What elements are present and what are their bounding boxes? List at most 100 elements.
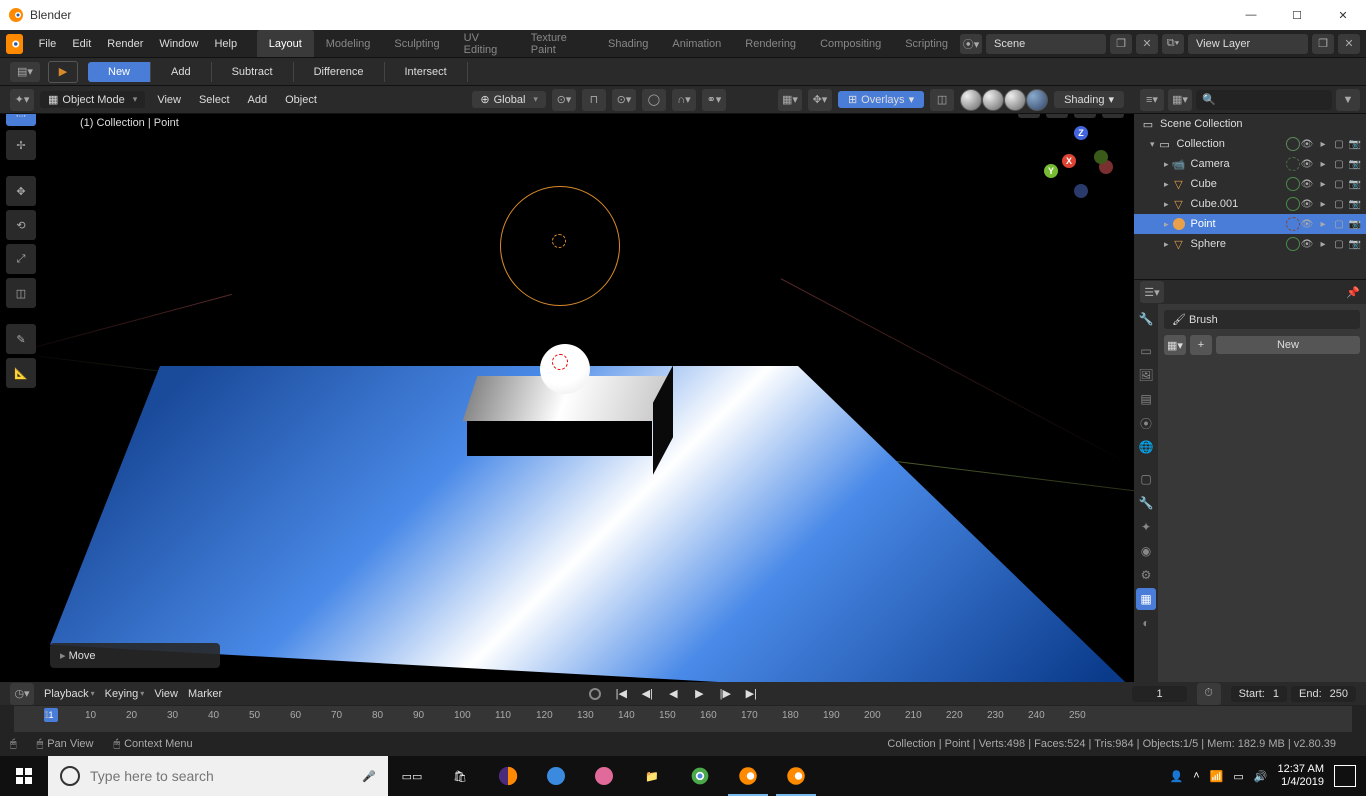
redo-panel[interactable]: Move <box>50 643 220 668</box>
rendered-mode-icon[interactable] <box>1026 89 1048 111</box>
wifi-icon[interactable]: 📶 <box>1210 770 1224 783</box>
mode-selector[interactable]: ▦Object Mode <box>40 91 145 108</box>
tab-tool-icon[interactable]: 🔧 <box>1136 308 1156 330</box>
app-blender-icon[interactable] <box>724 756 772 796</box>
shading-modes[interactable] <box>960 89 1048 111</box>
axis-neg-z-icon[interactable] <box>1074 184 1088 198</box>
tab-particles-icon[interactable]: ✦ <box>1136 516 1156 538</box>
gizmo-icon[interactable]: ✥▾ <box>808 89 832 111</box>
app-chrome-icon[interactable] <box>676 756 724 796</box>
proportional-type-icon[interactable]: ∩▾ <box>672 89 696 111</box>
tab-physics-icon[interactable]: ◉ <box>1136 540 1156 562</box>
rotate-tool[interactable]: ⟲ <box>6 210 36 240</box>
playback-menu[interactable]: Playback▾ <box>44 688 95 700</box>
current-frame-field[interactable]: 1 <box>1132 686 1186 702</box>
axis-neg-y-icon[interactable] <box>1094 150 1108 164</box>
xray-icon[interactable]: ◫ <box>930 89 954 111</box>
timeline-type-icon[interactable]: ◷▾ <box>10 683 34 705</box>
menu-edit[interactable]: Edit <box>64 30 99 57</box>
tab-shading[interactable]: Shading <box>596 30 660 57</box>
marker-menu[interactable]: Marker <box>188 688 222 700</box>
select-menu[interactable]: Select <box>193 94 236 106</box>
display-mode-icon[interactable]: ▦▾ <box>1168 89 1192 111</box>
lookdev-mode-icon[interactable] <box>1004 89 1026 111</box>
tray-expand-icon[interactable]: ˄ <box>1193 770 1199 782</box>
view-menu[interactable]: View <box>151 94 187 106</box>
app-blender2-icon[interactable] <box>772 756 820 796</box>
tray-clock[interactable]: 12:37 AM1/4/2019 <box>1278 763 1324 789</box>
app-store-icon[interactable]: 🛍 <box>436 756 484 796</box>
search-input[interactable] <box>90 768 352 784</box>
scene-browse-icon[interactable]: ⦿▾ <box>960 34 982 54</box>
layer-name-field[interactable]: View Layer <box>1188 34 1308 54</box>
boolop-intersect[interactable]: Intersect <box>385 62 468 82</box>
tab-sculpting[interactable]: Sculpting <box>382 30 451 57</box>
tab-modeling[interactable]: Modeling <box>314 30 383 57</box>
outliner-search[interactable]: 🔍 <box>1196 90 1332 110</box>
tab-uv[interactable]: UV Editing <box>452 30 519 57</box>
navigation-gizmo[interactable]: Z X Y <box>1044 124 1124 204</box>
layer-new-icon[interactable]: ❐ <box>1312 34 1334 54</box>
timeline-view-menu[interactable]: View <box>154 688 178 700</box>
tab-animation[interactable]: Animation <box>660 30 733 57</box>
tab-modifier-icon[interactable]: 🔧 <box>1136 492 1156 514</box>
boolop-subtract[interactable]: Subtract <box>212 62 294 82</box>
filter-icon[interactable]: ▼ <box>1336 89 1360 111</box>
point-light-origin[interactable] <box>552 234 566 248</box>
start-button[interactable] <box>0 756 48 796</box>
menu-window[interactable]: Window <box>151 30 206 57</box>
visibility-icon[interactable]: ▦▾ <box>778 89 802 111</box>
tab-rendering[interactable]: Rendering <box>733 30 808 57</box>
keyframe-prev-icon[interactable]: ◀| <box>636 685 658 703</box>
people-icon[interactable]: 👤 <box>1170 770 1184 783</box>
outliner-row-sphere[interactable]: ▸ ▽ Sphere 👁▸▢📷 <box>1134 234 1366 254</box>
boolop-difference[interactable]: Difference <box>294 62 385 82</box>
overlays-toggle[interactable]: ⊞Overlays▾ <box>838 91 924 108</box>
viewport-3d[interactable]: ✦▾ ▦Object Mode View Select Add Object ⊕… <box>0 86 1134 682</box>
keying-menu[interactable]: Keying▾ <box>105 688 145 700</box>
texture-browse-icon[interactable]: ▦▾ <box>1164 335 1186 355</box>
taskbar-search[interactable]: 🎤 <box>48 756 388 796</box>
outliner-row-collection[interactable]: ▾ ▭ Collection 👁▸▢📷 <box>1134 134 1366 154</box>
tab-object-icon[interactable]: ▢ <box>1136 468 1156 490</box>
preview-range-icon[interactable]: ⏱ <box>1197 683 1221 705</box>
editor-type-icon[interactable]: ✦▾ <box>10 89 34 111</box>
tab-material-icon[interactable]: ◐ <box>1136 612 1156 634</box>
tab-texture[interactable]: Texture Paint <box>519 30 596 57</box>
tab-layout[interactable]: Layout <box>257 30 314 57</box>
axis-y-icon[interactable]: Y <box>1044 164 1058 178</box>
boolop-new[interactable]: New <box>88 62 151 82</box>
render-icon[interactable]: 📷 <box>1348 137 1362 151</box>
snap-target-icon[interactable]: ⊙▾ <box>612 89 636 111</box>
object-menu[interactable]: Object <box>279 94 323 106</box>
axis-z-icon[interactable]: Z <box>1074 126 1088 140</box>
annotate-tool[interactable]: ✎ <box>6 324 36 354</box>
snap-icon[interactable]: ⊓ <box>582 89 606 111</box>
maximize-button[interactable]: ☐ <box>1274 0 1320 30</box>
outliner-row-root[interactable]: ▭ Scene Collection <box>1134 114 1366 134</box>
close-button[interactable]: ✕ <box>1320 0 1366 30</box>
tab-compositing[interactable]: Compositing <box>808 30 893 57</box>
minimize-button[interactable]: — <box>1228 0 1274 30</box>
wireframe-mode-icon[interactable] <box>960 89 982 111</box>
timeline-ruler[interactable]: 1 11020304050607080901001101201301401501… <box>0 706 1366 732</box>
layer-del-icon[interactable]: ✕ <box>1338 34 1360 54</box>
menu-file[interactable]: File <box>31 30 65 57</box>
jump-end-icon[interactable]: ▶| <box>740 685 762 703</box>
menu-render[interactable]: Render <box>99 30 151 57</box>
scene-name-field[interactable]: Scene <box>986 34 1106 54</box>
axis-x-icon[interactable]: X <box>1062 154 1076 168</box>
add-menu[interactable]: Add <box>242 94 274 106</box>
proportional-icon[interactable]: ◯ <box>642 89 666 111</box>
mesh-sphere[interactable] <box>540 344 590 394</box>
link-icon[interactable]: ⚭▾ <box>702 89 726 111</box>
outliner-row-cube[interactable]: ▸ ▽ Cube 👁▸▢📷 <box>1134 174 1366 194</box>
orientation-selector[interactable]: ⊕Global <box>472 91 546 108</box>
tab-constraint-icon[interactable]: ⚙ <box>1136 564 1156 586</box>
battery-icon[interactable]: ▭ <box>1233 770 1243 783</box>
shading-dropdown[interactable]: Shading▾ <box>1054 91 1124 108</box>
pin-icon[interactable]: 📌 <box>1346 286 1360 299</box>
tab-render-icon[interactable]: ▭ <box>1136 340 1156 362</box>
tab-texture-icon[interactable]: ▦ <box>1136 588 1156 610</box>
pivot-icon[interactable]: ⊙▾ <box>552 89 576 111</box>
